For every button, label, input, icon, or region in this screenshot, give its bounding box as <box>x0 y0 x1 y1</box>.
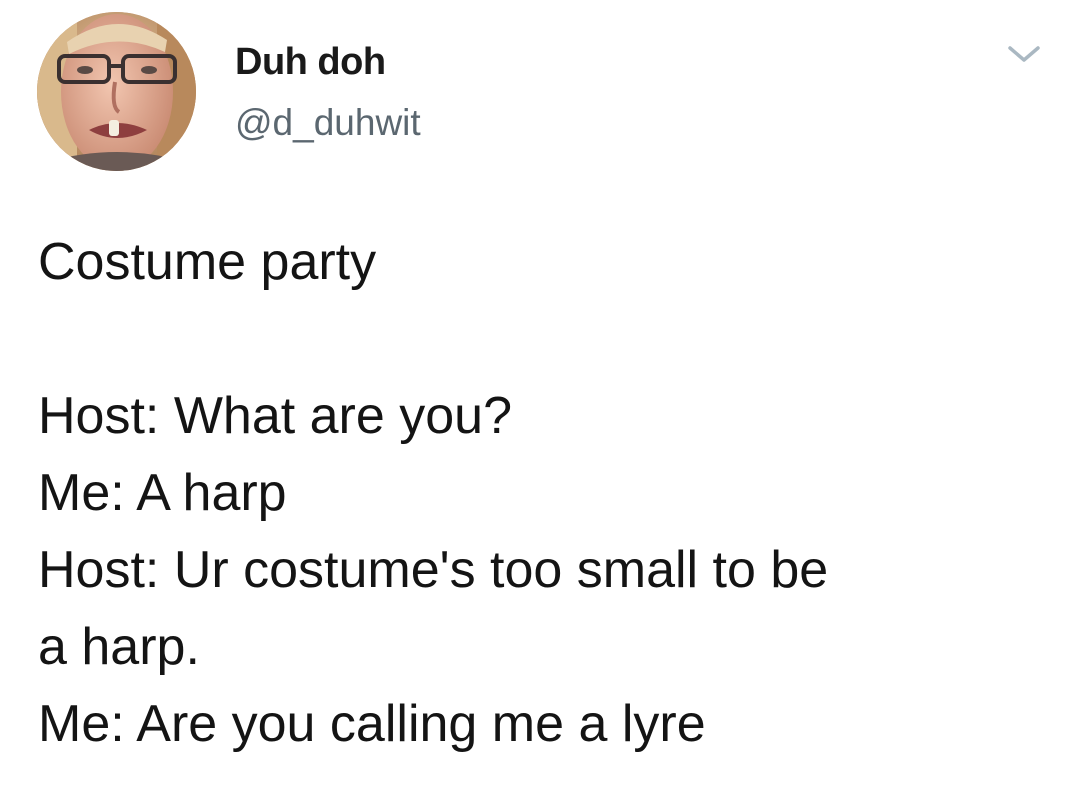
tweet-line: Host: What are you? <box>38 387 512 445</box>
tweet-menu-button[interactable] <box>1002 38 1046 68</box>
tweet-card: Duh doh @d_duhwit Costume party Host: Wh… <box>0 0 1080 789</box>
author-block: Duh doh @d_duhwit <box>235 38 421 146</box>
tweet-line: Costume party <box>38 233 377 291</box>
avatar-photo-icon <box>37 12 196 171</box>
tweet-line: a harp. <box>38 618 200 676</box>
chevron-down-icon <box>1008 46 1040 62</box>
tweet-line: Me: A harp <box>38 464 287 522</box>
tweet-line: Me: Are you calling me a lyre <box>38 695 706 753</box>
tweet-line: Host: Ur costume's too small to be <box>38 541 829 599</box>
author-avatar[interactable] <box>37 12 196 171</box>
author-handle[interactable]: @d_duhwit <box>235 100 421 146</box>
author-display-name[interactable]: Duh doh <box>235 38 421 86</box>
tweet-text: Costume party Host: What are you? Me: A … <box>38 224 1068 763</box>
